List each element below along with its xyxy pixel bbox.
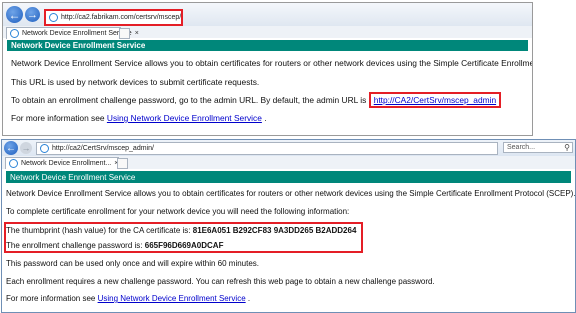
browser-window-mscep-admin: ← → http://ca2/CertSrv/mscep_admin/ Sear… (1, 139, 576, 313)
tab-close-icon[interactable]: × (132, 30, 139, 37)
more-info-prefix: For more information see (6, 294, 98, 303)
back-button[interactable]: ← (6, 6, 23, 23)
password-value: 665F96D669A0DCAF (144, 241, 224, 250)
tab-title: Network Device Enrollment Service (22, 30, 132, 37)
forward-arrow-icon: → (21, 143, 31, 153)
admin-link-highlight: http://CA2/CertSrv/mscep_admin (368, 92, 502, 108)
forward-button[interactable]: → (25, 7, 40, 22)
page-banner: Network Device Enrollment Service (7, 40, 528, 51)
page-banner: Network Device Enrollment Service (6, 171, 571, 183)
back-arrow-icon: ← (8, 7, 21, 22)
tab-active[interactable]: Network Device Enrollment Service × (6, 27, 139, 39)
ie-logo-icon (49, 13, 58, 22)
more-info-suffix: . (245, 294, 251, 303)
new-tab-button[interactable] (117, 158, 128, 169)
password-text: The enrollment challenge password is: 66… (6, 241, 223, 250)
more-info-prefix: For more information see (11, 113, 107, 123)
thumbprint-text: The thumbprint (hash value) for the CA c… (6, 226, 356, 235)
search-icon[interactable]: ⚲ (564, 143, 570, 152)
tab-title: Network Device Enrollment... (21, 160, 112, 167)
admin-url-text: To obtain an enrollment challenge passwo… (11, 92, 502, 108)
search-box[interactable]: Search... ⚲ (503, 142, 573, 153)
tab-favicon-icon (10, 29, 19, 38)
ie-logo-icon (40, 144, 49, 153)
search-placeholder: Search... (507, 144, 536, 151)
refresh-text: Each enrollment requires a new challenge… (6, 277, 435, 286)
new-tab-button[interactable] (119, 28, 130, 39)
intro-text: Network Device Enrollment Service allows… (6, 189, 576, 198)
tab-strip: Network Device Enrollment... × (2, 156, 575, 169)
back-button[interactable]: ← (4, 141, 18, 155)
more-info-link[interactable]: Using Network Device Enrollment Service (98, 294, 246, 303)
forward-button[interactable]: → (20, 142, 32, 154)
browser-toolbar: ← → http://ca2/CertSrv/mscep_admin/ Sear… (2, 140, 575, 156)
more-info-suffix: . (261, 113, 267, 123)
more-info-link[interactable]: Using Network Device Enrollment Service (107, 113, 262, 123)
address-url: http://ca2/CertSrv/mscep_admin/ (52, 145, 154, 152)
admin-url-link[interactable]: http://CA2/CertSrv/mscep_admin (374, 95, 496, 105)
tab-active[interactable]: Network Device Enrollment... × (5, 157, 119, 169)
tab-strip: Network Device Enrollment Service × (3, 26, 532, 39)
url-usage-text: This URL is used by network devices to s… (11, 77, 260, 87)
browser-toolbar: ← → http://ca2.fabrikam.com/certsrv/msce… (3, 3, 532, 26)
address-bar[interactable]: http://ca2.fabrikam.com/certsrv/mscep/ (44, 9, 183, 26)
tab-favicon-icon (9, 159, 18, 168)
thumbprint-label: The thumbprint (hash value) for the CA c… (6, 226, 193, 235)
more-info-text: For more information see Using Network D… (6, 294, 250, 303)
forward-arrow-icon: → (27, 8, 38, 21)
more-info-text: For more information see Using Network D… (11, 113, 267, 123)
address-url: http://ca2.fabrikam.com/certsrv/mscep/ (61, 14, 182, 21)
intro-text: Network Device Enrollment Service allows… (11, 58, 533, 68)
address-bar[interactable]: http://ca2/CertSrv/mscep_admin/ (36, 142, 498, 155)
password-expiry-text: This password can be used only once and … (6, 259, 260, 268)
thumbprint-value: 81E6A051 B292CF83 9A3DD265 B2ADD264 (192, 226, 357, 235)
password-label: The enrollment challenge password is: (6, 241, 145, 250)
browser-window-mscep: ← → http://ca2.fabrikam.com/certsrv/msce… (2, 2, 533, 136)
back-arrow-icon: ← (6, 142, 16, 154)
admin-url-prefix: To obtain an enrollment challenge passwo… (11, 95, 369, 105)
instructions-text: To complete certificate enrollment for y… (6, 207, 350, 216)
